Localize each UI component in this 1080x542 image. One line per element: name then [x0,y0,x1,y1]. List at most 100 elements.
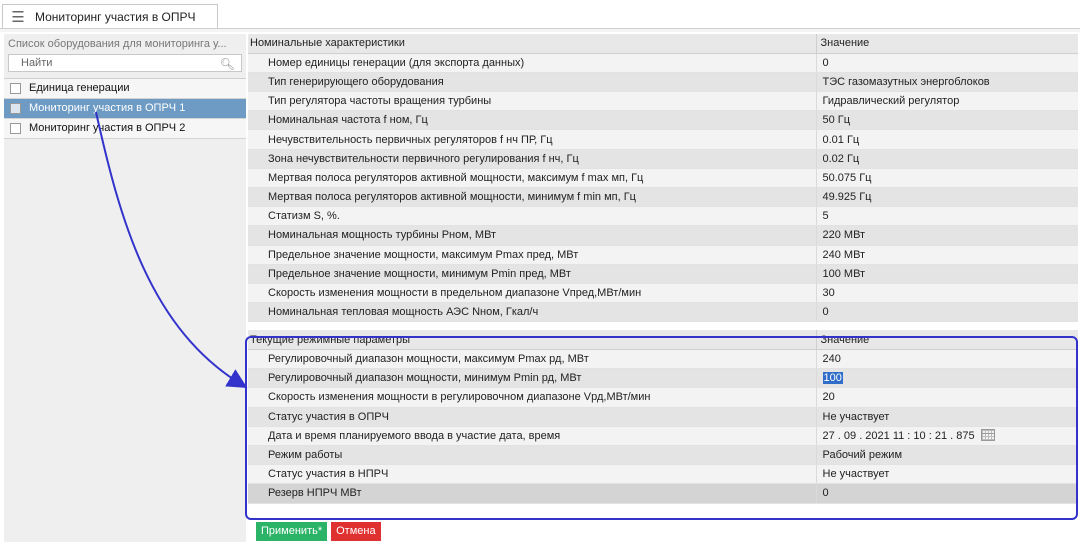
window-title: Мониторинг участия в ОПРЧ [35,9,196,24]
property-value: Гидравлический регулятор [815,91,1078,112]
cancel-button[interactable]: Отмена [331,522,381,541]
property-name: Регулировочный диапазон мощности, максим… [248,349,816,370]
table-row[interactable]: Номинальная мощность турбины Рном, МВт 22… [248,225,1078,246]
table-row[interactable]: Нечувствительность первичных регуляторов… [248,129,1078,150]
action-bar: Применить* Отмена [256,522,381,541]
table-row[interactable]: Статус участия в НПРЧ Не участвует [248,464,1078,485]
property-value: 49.925 Гц [815,187,1078,208]
property-value-text: 0.01 Гц [822,133,860,146]
current-table: Текущие режимные параметры Значение Регу… [248,330,1078,504]
table-row[interactable]: Тип регулятора частоты вращения турбины Г… [248,91,1078,112]
property-name: Статус участия в НПРЧ [248,464,816,485]
table-row[interactable]: Мертвая полоса регуляторов активной мощн… [248,187,1078,208]
property-value: 0 [815,302,1078,323]
property-value-text: 100 МВт [822,267,866,280]
tab-divider [0,28,1080,32]
list-item-monitoring-2[interactable]: Мониторинг участия в ОПРЧ 2 [4,119,246,139]
property-value[interactable]: 100 [815,368,1078,389]
search-icon[interactable]: 🔍︎ [220,56,235,72]
property-value-text: 100 [822,372,843,385]
property-value[interactable]: 240 [815,349,1078,370]
table-row[interactable]: Зона нечувствительности первичного регул… [248,149,1078,169]
table-row[interactable]: Режим работы Рабочий режим [248,445,1078,466]
property-value[interactable]: 0 [815,483,1078,504]
checkbox[interactable] [10,103,21,114]
hamburger-icon[interactable]: ☰ [3,8,33,26]
table-row[interactable]: Предельное значение мощности, минимум Pm… [248,264,1078,284]
property-name: Номинальная тепловая мощность АЭС Nном, … [248,302,816,323]
property-name: Мертвая полоса регуляторов активной мощн… [248,187,816,208]
property-value[interactable]: Не участвует [815,407,1078,427]
property-name: Скорость изменения мощности в регулирово… [248,387,816,408]
property-value: 240 МВт [815,245,1078,265]
properties-panel: Номинальные характеристики Значение Номе… [248,34,1078,504]
property-value-text: 0 [822,306,829,319]
property-value: 30 [815,283,1078,304]
table-row[interactable]: Скорость изменения мощности в предельном… [248,283,1078,304]
property-value[interactable]: Не участвует [815,464,1078,485]
table-row[interactable]: Номер единицы генерации (для экспорта да… [248,53,1078,73]
property-value-text: 0.02 Гц [822,152,860,165]
sidebar: Список оборудования для мониторинга у...… [4,34,246,542]
property-value-text: 240 МВт [822,248,866,261]
value-column-header: Значение [815,330,1078,351]
sidebar-header: Список оборудования для мониторинга у... [8,38,227,50]
property-value-text: 49.925 Гц [822,191,872,204]
property-name: Предельное значение мощности, максимум P… [248,245,816,265]
property-value: 100 МВт [815,264,1078,284]
property-name: Статизм S, %. [248,206,816,227]
table-row[interactable]: Статизм S, %. 5 [248,206,1078,227]
property-value-text: Не участвует [822,468,890,481]
table-row[interactable]: Регулировочный диапазон мощности, миниму… [248,368,1078,389]
property-value: 0.01 Гц [815,129,1078,150]
list-item-monitoring-1[interactable]: Мониторинг участия в ОПРЧ 1 [4,99,246,119]
property-value-text: 27 . 09 . 2021 11 : 10 : 21 . 875 [822,430,975,443]
property-name: Номер единицы генерации (для экспорта да… [248,53,816,73]
property-value[interactable]: 27 . 09 . 2021 11 : 10 : 21 . 875 [815,426,1078,446]
property-value-text: 50 Гц [822,114,851,127]
list-item-generation-unit[interactable]: Единица генерации [4,79,246,99]
value-column-header: Значение [815,34,1078,54]
window-tab[interactable]: ☰ Мониторинг участия в ОПРЧ [2,4,218,28]
checkbox[interactable] [10,123,21,134]
section-title-nominal: Номинальные характеристики [248,34,816,54]
search-input[interactable]: Найти 🔍︎ [8,54,242,72]
table-row[interactable]: Регулировочный диапазон мощности, максим… [248,349,1078,370]
property-value-text: 50.075 Гц [822,171,872,184]
table-header: Номинальные характеристики Значение [248,34,1078,54]
property-value: 5 [815,206,1078,227]
table-row[interactable]: Номинальная тепловая мощность АЭС Nном, … [248,302,1078,323]
property-value[interactable]: Рабочий режим [815,445,1078,466]
table-row[interactable]: Номинальная частота f ном, Гц 50 Гц [248,110,1078,131]
table-row[interactable]: Скорость изменения мощности в регулирово… [248,387,1078,408]
list-item-label: Мониторинг участия в ОПРЧ 1 [29,102,186,114]
property-value: 0 [815,53,1078,73]
property-name: Мертвая полоса регуляторов активной мощн… [248,168,816,189]
property-value-text: 20 [822,391,835,404]
table-row[interactable]: Предельное значение мощности, максимум P… [248,245,1078,265]
property-name: Резерв НПРЧ МВт [248,483,816,504]
property-name: Номинальная мощность турбины Рном, МВт [248,225,816,246]
section-title-current: Текущие режимные параметры [248,330,816,351]
checkbox[interactable] [10,83,21,94]
table-row[interactable]: Резерв НПРЧ МВт 0 [248,483,1078,504]
table-row[interactable]: Статус участия в ОПРЧ Не участвует [248,407,1078,427]
property-value[interactable]: 20 [815,387,1078,408]
property-value-text: Не участвует [822,410,890,423]
table-row[interactable]: Мертвая полоса регуляторов активной мощн… [248,168,1078,189]
property-value-text: 240 [822,353,841,366]
table-row[interactable]: Тип генерирующего оборудования ТЭС газома… [248,72,1078,93]
apply-button[interactable]: Применить* [256,522,328,541]
list-item-label: Мониторинг участия в ОПРЧ 2 [29,122,186,134]
property-value: 0.02 Гц [815,149,1078,169]
property-value-text: 5 [822,210,829,223]
property-value-text: 0 [822,487,829,500]
property-value: 220 МВт [815,225,1078,246]
property-name: Номинальная частота f ном, Гц [248,110,816,131]
calendar-icon[interactable] [980,429,995,442]
list-item-label: Единица генерации [29,82,130,94]
property-name: Предельное значение мощности, минимум Pm… [248,264,816,284]
property-name: Статус участия в ОПРЧ [248,407,816,427]
table-row[interactable]: Дата и время планируемого ввода в участи… [248,426,1078,446]
property-value-text: 220 МВт [822,229,866,242]
